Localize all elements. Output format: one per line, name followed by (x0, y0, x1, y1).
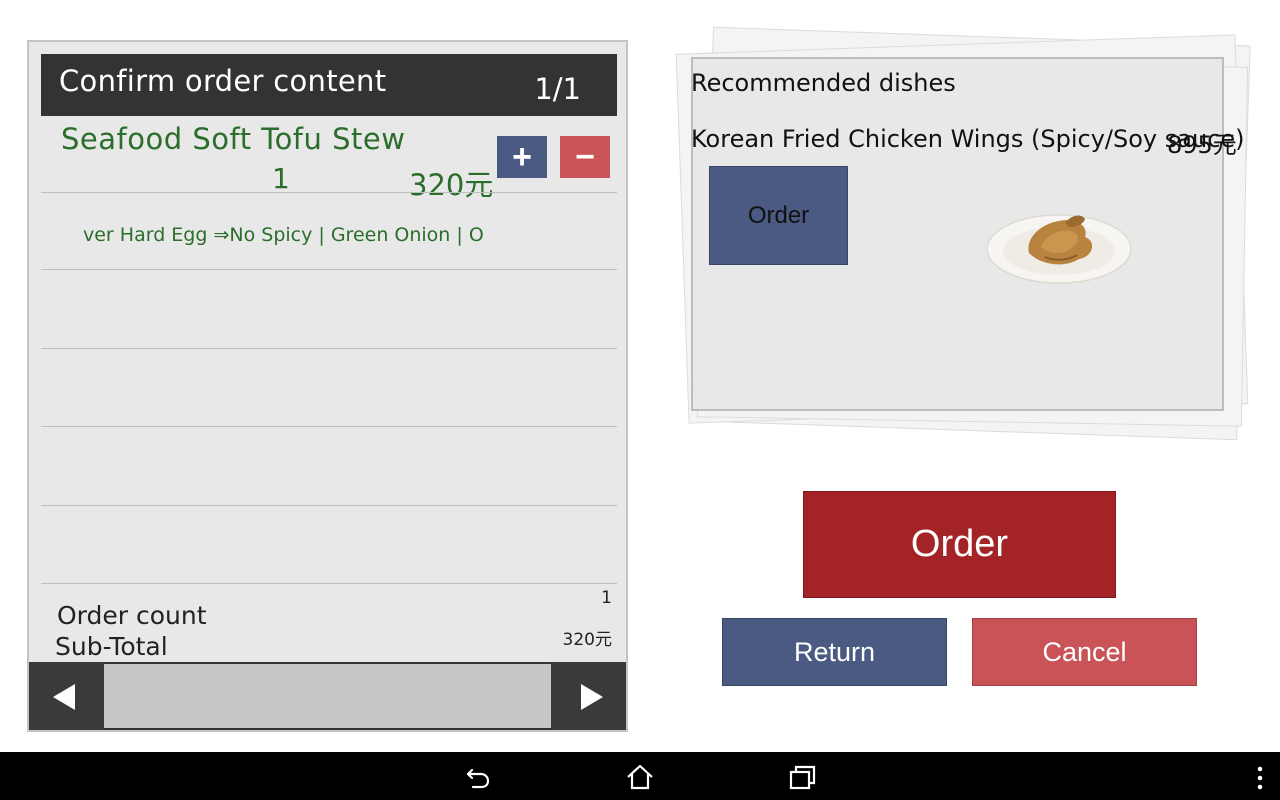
place-order-button[interactable]: Order (803, 491, 1116, 598)
pager-scroll-track[interactable] (104, 664, 554, 728)
item-options: ver Hard Egg ⇒No Spicy | Green Onion | O (83, 224, 484, 246)
cancel-button[interactable]: Cancel (972, 618, 1197, 686)
back-icon[interactable] (463, 762, 493, 792)
recommended-dish-price: 895元 (1167, 131, 1237, 159)
app-screen: Confirm order content 1/1 Seafood Soft T… (0, 0, 1280, 800)
row-divider (41, 348, 617, 349)
order-count-value: 1 (601, 588, 612, 608)
subtotal-label: Sub-Total (55, 632, 168, 661)
recommended-dish-card: Recommended dishes Korean Fried Chicken … (691, 57, 1245, 411)
order-panel-title: Confirm order content (59, 64, 387, 98)
chicken-wing-dish-image (986, 214, 1132, 284)
order-count-label: Order count (57, 601, 207, 630)
decrease-quantity-button[interactable]: − (560, 136, 610, 178)
item-quantity: 1 (272, 162, 290, 195)
row-divider (41, 583, 617, 584)
row-divider (41, 269, 617, 270)
overflow-menu-icon[interactable] (1256, 766, 1264, 790)
subtotal-value: 320元 (562, 630, 612, 650)
home-icon[interactable] (625, 762, 655, 792)
system-navigation-bar (0, 752, 1280, 800)
recents-icon[interactable] (787, 762, 817, 792)
page-indicator: 1/1 (534, 72, 581, 106)
item-name: Seafood Soft Tofu Stew (61, 122, 406, 156)
recommended-dish-name: Korean Fried Chicken Wings (Spicy/Soy sa… (691, 125, 1245, 153)
row-divider (41, 426, 617, 427)
order-header: Confirm order content 1/1 (41, 54, 617, 116)
increase-quantity-button[interactable]: + (497, 136, 547, 178)
recommended-order-button[interactable]: Order (709, 166, 848, 265)
triangle-left-icon (53, 684, 75, 710)
previous-page-button[interactable] (29, 662, 104, 730)
item-price: 320元 (409, 168, 494, 202)
order-confirm-panel: Confirm order content 1/1 Seafood Soft T… (27, 40, 628, 732)
row-divider (41, 505, 617, 506)
recommended-title: Recommended dishes (691, 69, 956, 97)
pager-bar (29, 662, 626, 730)
next-page-button[interactable] (551, 662, 626, 730)
row-divider (41, 192, 617, 193)
return-button[interactable]: Return (722, 618, 947, 686)
triangle-right-icon (581, 684, 603, 710)
